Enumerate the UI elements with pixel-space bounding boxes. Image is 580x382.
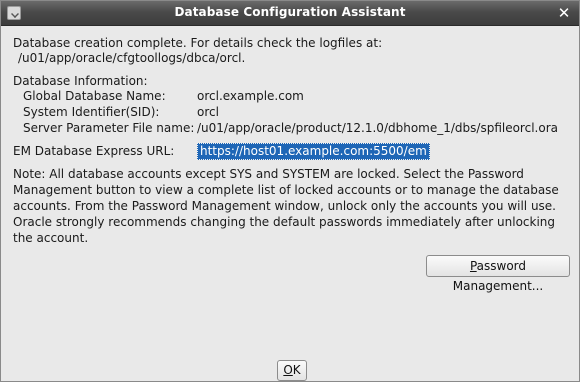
window-title: Database Configuration Assistant [174,5,406,19]
password-button-mnemonic: P [469,259,477,273]
logfile-path: /u01/app/oracle/cfgtoollogs/dbca/orcl. [18,51,246,65]
ok-button[interactable]: OK [277,360,307,381]
em-url-field[interactable]: https://host01.example.com:5500/em [197,143,430,160]
completion-message: Database creation complete. For details … [13,36,383,50]
password-management-button[interactable]: Password Management... [426,255,570,293]
field-label-spfile: Server Parameter File name: [23,121,195,135]
title-bar[interactable]: Database Configuration Assistant ✕ [1,1,579,26]
field-label-global-db-name: Global Database Name: [23,89,166,103]
field-value-sid: orcl [197,105,219,119]
dbca-dialog: Database Configuration Assistant ✕ Datab… [0,0,580,382]
info-heading: Database Information: [13,74,148,88]
field-value-spfile: /u01/app/oracle/product/12.1.0/dbhome_1/… [197,121,558,135]
close-icon[interactable]: ✕ [555,4,573,22]
em-url-label: EM Database Express URL: [13,144,175,158]
ok-button-mnemonic: O [283,363,293,377]
field-label-sid: System Identifier(SID): [23,105,160,119]
locked-accounts-note: Note: All database accounts except SYS a… [13,167,559,245]
dialog-content: Database creation complete. For details … [1,26,579,381]
password-button-label: assword Management... [452,259,544,293]
ok-button-label: K [292,363,301,377]
field-value-global-db-name: orcl.example.com [197,89,304,103]
